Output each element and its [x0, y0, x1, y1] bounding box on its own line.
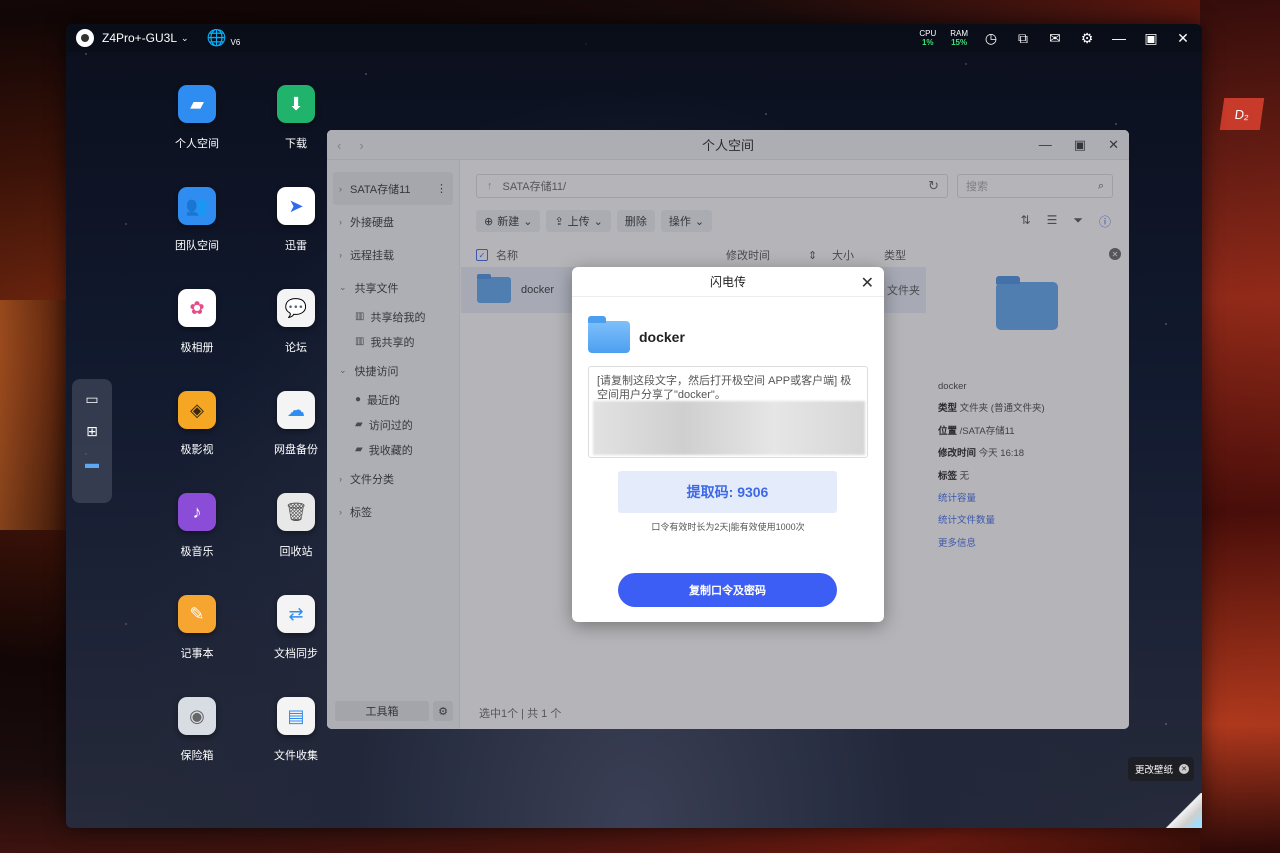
file-collect-icon: ▤ — [277, 697, 315, 735]
desktop-icon-team-space[interactable]: 👥 团队空间 — [157, 187, 237, 253]
chevron-down-icon[interactable]: ⌄ — [181, 33, 189, 44]
cloud-backup-icon: ☁ — [277, 391, 315, 429]
photos-icon: ✿ — [178, 289, 216, 327]
desktop-icon-label: 团队空间 — [175, 240, 219, 252]
desktop-icon-notepad[interactable]: ✎ 记事本 — [157, 595, 237, 661]
device-name[interactable]: Z4Pro+-GU3L — [102, 31, 177, 45]
close-icon[interactable]: ✕ — [1174, 29, 1192, 47]
desktop-icon-doc-sync[interactable]: ⇄ 文档同步 — [256, 595, 336, 661]
desktop-icon-label: 保险箱 — [180, 750, 214, 762]
desktop-icon-label: 文件收集 — [274, 750, 318, 762]
cpu-metric: CPU 1% — [919, 29, 936, 47]
desktop-icon-label: 论坛 — [285, 342, 307, 354]
desktop-window: Z4Pro+-GU3L ⌄ 🌐 V6 CPU 1% RAM 15% ◷ ⧉ ✉ … — [66, 24, 1202, 828]
desktop-icon-label: 极音乐 — [180, 546, 214, 558]
shared-folder-name: docker — [639, 329, 685, 345]
desktop-icon-label: 文档同步 — [274, 648, 318, 660]
desktop-icon-label: 网盘备份 — [274, 444, 318, 456]
desktop-icon-label: 记事本 — [180, 648, 214, 660]
dock: ▭ ⊞ ▬ — [72, 379, 112, 503]
avatar[interactable] — [76, 29, 94, 47]
desktop-icon-label: 迅雷 — [285, 240, 307, 252]
monitor-icon[interactable]: ▭ — [82, 389, 102, 409]
desktop-icon-label: 极影视 — [180, 444, 214, 456]
desktop-icon-music[interactable]: ♪ 极音乐 — [157, 493, 237, 559]
page-curl-icon[interactable] — [1166, 793, 1202, 828]
desktop-icon-forum[interactable]: 💬 论坛 — [256, 289, 336, 355]
notepad-icon: ✎ — [178, 595, 216, 633]
ram-value: 15% — [951, 38, 968, 47]
minimize-icon[interactable]: — — [1110, 29, 1128, 47]
desktop-icon-label: 下载 — [285, 138, 307, 150]
change-wallpaper-button[interactable]: 更改壁纸 ✕ — [1128, 757, 1194, 781]
desktop-icon-thunder[interactable]: ➤ 迅雷 — [256, 187, 336, 253]
ram-metric: RAM 15% — [950, 29, 968, 47]
validity-text: 口令有效时长为2天|能有效使用1000次 — [651, 522, 805, 532]
desktop-icon-download[interactable]: ⬇ 下载 — [256, 85, 336, 151]
desktop-icon-video[interactable]: ◈ 极影视 — [157, 391, 237, 457]
maximize-icon[interactable]: ▣ — [1142, 29, 1160, 47]
file-manager-dock-icon[interactable]: ▬ — [82, 453, 102, 473]
ipv6-badge: V6 — [230, 37, 241, 47]
safe-icon: ◉ — [178, 697, 216, 735]
desktop-icon-file-collect[interactable]: ▤ 文件收集 — [256, 697, 336, 763]
apps-grid-icon[interactable]: ⊞ — [82, 421, 102, 441]
forum-icon: 💬 — [277, 289, 315, 327]
desktop-icon-safe[interactable]: ◉ 保险箱 — [157, 697, 237, 763]
dialog-titlebar: 闪电传 ✕ — [572, 267, 884, 297]
speedometer-icon[interactable]: ◷ — [982, 29, 1000, 47]
folder-icon: ▰ — [178, 85, 216, 123]
settings-icon[interactable]: ⚙ — [1078, 29, 1096, 47]
dialog-title: 闪电传 — [709, 275, 746, 289]
mail-icon[interactable]: ✉ — [1046, 29, 1064, 47]
wallpaper-badge: D₂ — [1219, 98, 1265, 130]
sync-icon: ⇄ — [277, 595, 315, 633]
extraction-code: 提取码: 9306 — [618, 471, 837, 513]
thunder-icon: ➤ — [277, 187, 315, 225]
close-icon[interactable]: ✕ — [861, 273, 874, 293]
top-bar: Z4Pro+-GU3L ⌄ 🌐 V6 CPU 1% RAM 15% ◷ ⧉ ✉ … — [66, 24, 1202, 52]
desktop-icon-personal-space[interactable]: ▰ 个人空间 — [157, 85, 237, 151]
change-wallpaper-label: 更改壁纸 — [1135, 765, 1174, 776]
desktop-icon-label: 回收站 — [279, 546, 313, 558]
cpu-label: CPU — [919, 29, 937, 38]
desktop-icon-cloud-backup[interactable]: ☁ 网盘备份 — [256, 391, 336, 457]
desktop-icon-trash[interactable]: 🗑 回收站 — [256, 493, 336, 559]
folder-icon — [588, 316, 630, 353]
cpu-value: 1% — [921, 38, 934, 47]
ram-label: RAM — [950, 29, 968, 38]
copy-code-button[interactable]: 复制口令及密码 — [618, 573, 837, 607]
desktop-icon-label: 极相册 — [180, 342, 214, 354]
share-text: [请复制这段文字，然后打开极空间 APP或客户端] 极空间用户分享了"docke… — [597, 375, 852, 401]
video-icon: ◈ — [178, 391, 216, 429]
topbar-right: CPU 1% RAM 15% ◷ ⧉ ✉ ⚙ — ▣ ✕ — [919, 29, 1192, 47]
share-dialog: 闪电传 ✕ docker [请复制这段文字，然后打开极空间 APP或客户端] 极… — [572, 267, 884, 622]
globe-icon[interactable]: 🌐 — [207, 28, 227, 48]
desktop-icon-photos[interactable]: ✿ 极相册 — [157, 289, 237, 355]
download-icon: ⬇ — [277, 85, 315, 123]
task-icon[interactable]: ⧉ — [1014, 29, 1032, 47]
close-icon[interactable]: ✕ — [1179, 764, 1189, 774]
blurred-link — [593, 401, 865, 455]
wallpaper-left-glow — [0, 300, 70, 530]
share-text-box[interactable]: [请复制这段文字，然后打开极空间 APP或客户端] 极空间用户分享了"docke… — [588, 366, 868, 458]
music-icon: ♪ — [178, 493, 216, 531]
team-folder-icon: 👥 — [178, 187, 216, 225]
desktop-icon-label: 个人空间 — [175, 138, 219, 150]
trash-icon: 🗑 — [277, 493, 315, 531]
